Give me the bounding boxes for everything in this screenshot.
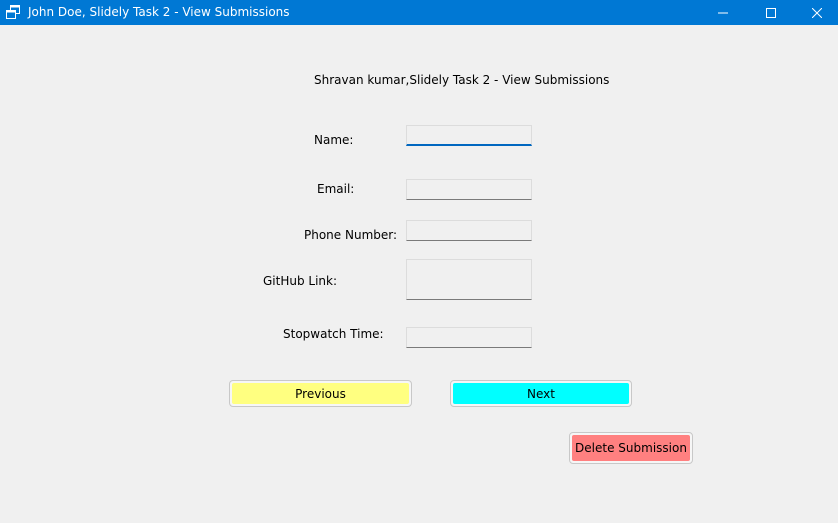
previous-button-label: Previous	[295, 386, 346, 401]
next-button-label: Next	[527, 386, 555, 401]
app-window-icon	[6, 5, 20, 19]
close-icon	[812, 7, 822, 18]
stopwatch-time-label: Stopwatch Time:	[283, 327, 384, 341]
minimize-icon	[718, 12, 728, 13]
close-button[interactable]	[794, 0, 838, 25]
window-title: John Doe, Slidely Task 2 - View Submissi…	[28, 5, 290, 19]
github-link-label: GitHub Link:	[263, 274, 338, 288]
maximize-icon	[766, 7, 776, 18]
previous-button[interactable]: Previous	[229, 380, 412, 407]
name-field[interactable]	[406, 125, 532, 146]
delete-submission-button-label: Delete Submission	[575, 441, 687, 455]
phone-number-label: Phone Number:	[304, 228, 398, 242]
title-bar[interactable]: John Doe, Slidely Task 2 - View Submissi…	[0, 0, 838, 25]
minimize-button[interactable]	[700, 0, 746, 25]
next-button[interactable]: Next	[450, 380, 632, 407]
form-header: Shravan kumar,Slidely Task 2 - View Subm…	[314, 73, 610, 87]
email-label: Email:	[317, 182, 355, 196]
maximize-button[interactable]	[748, 0, 794, 25]
phone-number-field[interactable]	[406, 220, 532, 241]
email-field[interactable]	[406, 179, 532, 200]
github-link-field[interactable]	[406, 259, 532, 300]
name-label: Name:	[314, 133, 354, 147]
stopwatch-time-field[interactable]	[406, 327, 532, 348]
delete-submission-button[interactable]: Delete Submission	[569, 432, 693, 464]
view-submissions-window: John Doe, Slidely Task 2 - View Submissi…	[0, 0, 838, 523]
